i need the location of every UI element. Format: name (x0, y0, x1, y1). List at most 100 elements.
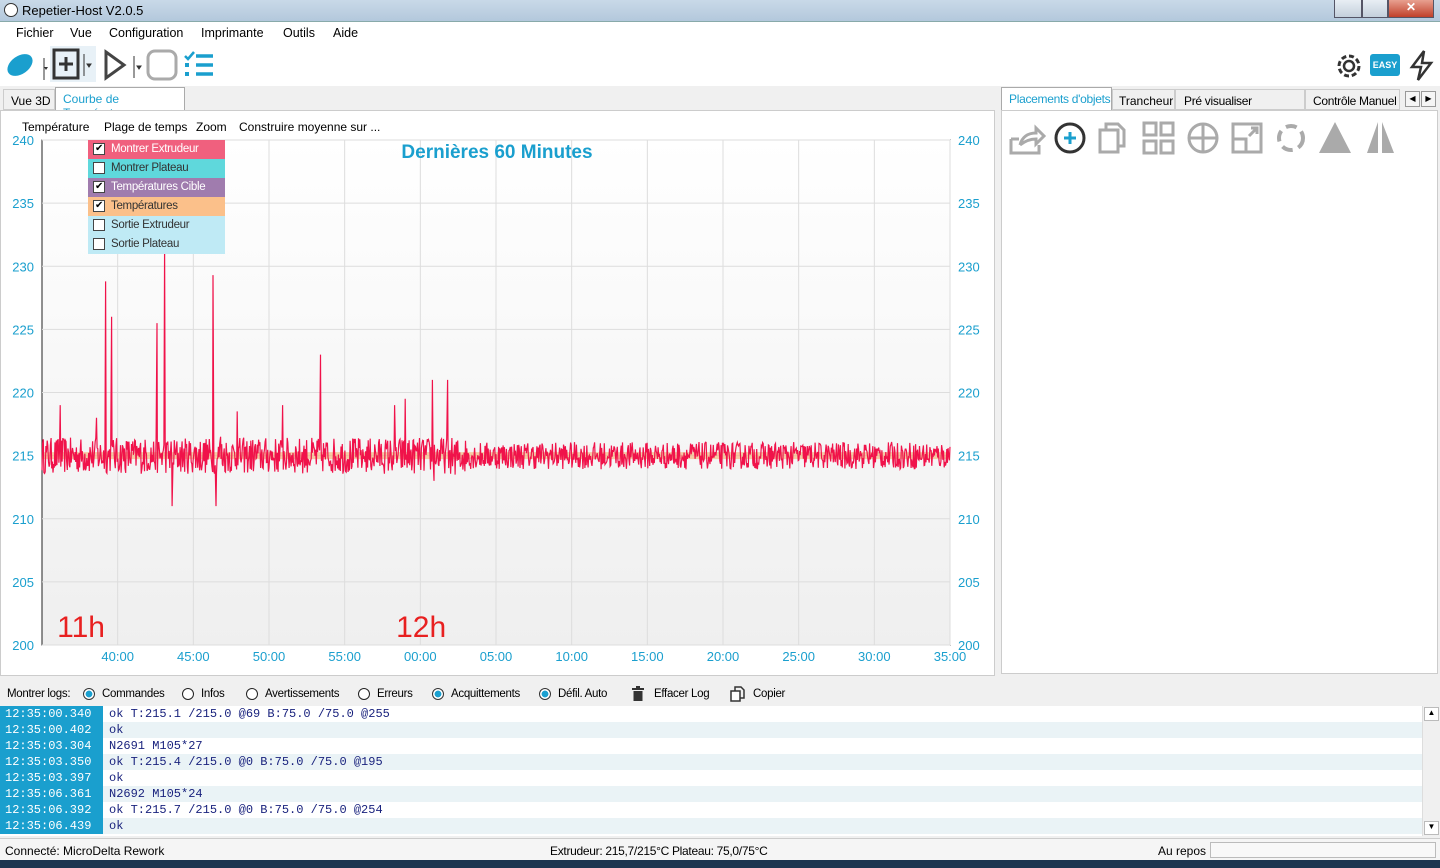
y-tick-label-right: 215 (958, 449, 980, 464)
log-timestamp: 12:35:03.350 (0, 754, 103, 770)
progress-bar (1210, 842, 1436, 858)
log-row: 12:35:03.304 N2691 M105*27 (0, 738, 1422, 754)
y-tick-label-left: 200 (12, 638, 34, 653)
menu-outils[interactable]: Outils (283, 26, 315, 40)
title-bar: Repetier-Host V2.0.5 ✕ (0, 0, 1440, 22)
log-message: ok (103, 818, 1422, 834)
legend-checkbox[interactable]: ✔ (93, 143, 105, 155)
log-row: 12:35:06.361 N2692 M105*24 (0, 786, 1422, 802)
maximize-button[interactable] (1362, 0, 1388, 18)
log-row: 12:35:03.397 ok (0, 770, 1422, 786)
tab-vue-3d[interactable]: Vue 3D (3, 89, 55, 110)
x-tick-label: 30:00 (858, 649, 891, 664)
x-tick-label: 20:00 (707, 649, 740, 664)
scroll-down-icon[interactable]: ▼ (1424, 821, 1439, 835)
log-scrollbar[interactable]: ▲ ▼ (1422, 706, 1440, 836)
log-filter-option[interactable]: Erreurs (377, 688, 413, 700)
log-filter-radio[interactable] (539, 688, 551, 700)
x-tick-label: 25:00 (782, 649, 815, 664)
stop-icon[interactable] (145, 48, 179, 82)
menu-imprimante[interactable]: Imprimante (201, 26, 264, 40)
add-object-icon[interactable] (1054, 122, 1086, 154)
log-message: N2692 M105*24 (103, 786, 1422, 802)
legend-checkbox[interactable] (93, 162, 105, 174)
legend-item[interactable]: Montrer Plateau (88, 159, 225, 178)
tab-scroll-right[interactable]: ▶ (1421, 91, 1436, 107)
menu-aide[interactable]: Aide (333, 26, 358, 40)
log-timestamp: 12:35:06.439 (0, 818, 103, 834)
log-message: ok T:215.1 /215.0 @69 B:75.0 /75.0 @255 (109, 707, 390, 721)
connect-icon[interactable] (4, 50, 52, 80)
legend-item[interactable]: ✔ Températures Cible (88, 178, 225, 197)
easy-mode-button[interactable]: EASY (1370, 54, 1400, 76)
legend-item[interactable]: Sortie Plateau (88, 235, 225, 254)
menu-fichier[interactable]: Fichier (16, 26, 54, 40)
emergency-stop-icon[interactable] (1406, 48, 1436, 82)
hour-label: 12h (396, 611, 446, 644)
legend-checkbox[interactable]: ✔ (93, 200, 105, 212)
autoplace-grid-icon[interactable] (1142, 121, 1175, 155)
window-title: Repetier-Host V2.0.5 (22, 3, 144, 18)
legend-item[interactable]: Sortie Extrudeur (88, 216, 225, 235)
log-filter-option[interactable]: Acquittements (451, 688, 520, 700)
close-button[interactable]: ✕ (1388, 0, 1434, 18)
clear-log-button[interactable]: Effacer Log (654, 688, 710, 700)
log-filter-radio[interactable] (83, 688, 95, 700)
load-file-button[interactable] (50, 46, 96, 82)
x-tick-label: 50:00 (253, 649, 286, 664)
trash-icon[interactable] (631, 686, 645, 702)
tab-label: Contrôle Manuel (1313, 94, 1397, 108)
menu-configuration[interactable]: Configuration (109, 26, 183, 40)
start-print-icon[interactable] (100, 48, 144, 82)
log-filter-label: Montrer logs: (7, 688, 71, 700)
cut-icon[interactable] (1319, 122, 1351, 153)
log-timestamp: 12:35:03.304 (0, 738, 103, 754)
log-timestamp: 12:35:00.340 (0, 706, 103, 722)
x-tick-label: 10:00 (555, 649, 588, 664)
tab-scroll-left[interactable]: ◀ (1405, 91, 1420, 107)
log-timestamp: 12:35:00.402 (0, 722, 103, 738)
job-list-icon[interactable] (182, 50, 216, 80)
log-filter-radio[interactable] (182, 688, 194, 700)
legend-checkbox[interactable] (93, 238, 105, 250)
tab-previsualiser[interactable]: Pré visualiser impression (1175, 89, 1305, 122)
log-message: ok (109, 771, 124, 785)
tab-trancheur[interactable]: Trancheur (1112, 89, 1175, 110)
connection-status: Connecté: MicroDelta Rework (5, 844, 165, 858)
tab-courbe-temperature[interactable]: Courbe de Température (55, 87, 185, 120)
center-object-icon[interactable] (1187, 122, 1219, 154)
scale-icon[interactable] (1231, 122, 1263, 154)
y-tick-label-right: 240 (958, 133, 980, 148)
y-tick-label-right: 225 (958, 322, 980, 337)
copy-log-button[interactable]: Copier (753, 688, 785, 700)
tab-placements[interactable]: Placements d'objets (1001, 87, 1112, 111)
mirror-icon[interactable] (1367, 122, 1394, 153)
menu-vue[interactable]: Vue (70, 26, 92, 40)
y-tick-label-left: 215 (12, 449, 34, 464)
legend-item[interactable]: ✔ Montrer Extrudeur (88, 140, 225, 159)
log-filter-radio[interactable] (358, 688, 370, 700)
log-filter-option[interactable]: Avertissements (265, 688, 340, 700)
log-message: ok T:215.7 /215.0 @0 B:75.0 /75.0 @254 (109, 803, 383, 817)
minimize-button[interactable] (1334, 0, 1362, 18)
copy-icon[interactable] (730, 686, 746, 702)
log-filter-option[interactable]: Défil. Auto (558, 688, 607, 700)
temperature-status: Extrudeur: 215,7/215°C Plateau: 75,0/75°… (550, 844, 768, 858)
log-filter-option[interactable]: Commandes (102, 688, 165, 700)
scroll-up-icon[interactable]: ▲ (1424, 707, 1439, 721)
x-tick-label: 15:00 (631, 649, 664, 664)
legend-item[interactable]: ✔ Températures (88, 197, 225, 216)
log-filter-radio[interactable] (432, 688, 444, 700)
tab-controle-manuel[interactable]: Contrôle Manuel (1305, 89, 1400, 110)
rotate-icon[interactable] (1277, 124, 1305, 152)
legend-label: Montrer Plateau (111, 162, 189, 174)
y-tick-label-right: 200 (958, 638, 980, 653)
legend-checkbox[interactable] (93, 219, 105, 231)
log-filter-radio[interactable] (246, 688, 258, 700)
copy-objects-icon[interactable] (1098, 122, 1126, 154)
log-filter-option[interactable]: Infos (201, 688, 225, 700)
log-toolbar: Montrer logs: Commandes Infos Avertissemen… (0, 682, 1440, 706)
settings-gear-icon[interactable] (1333, 50, 1365, 82)
legend-checkbox[interactable]: ✔ (93, 181, 105, 193)
export-icon[interactable] (1009, 124, 1047, 155)
